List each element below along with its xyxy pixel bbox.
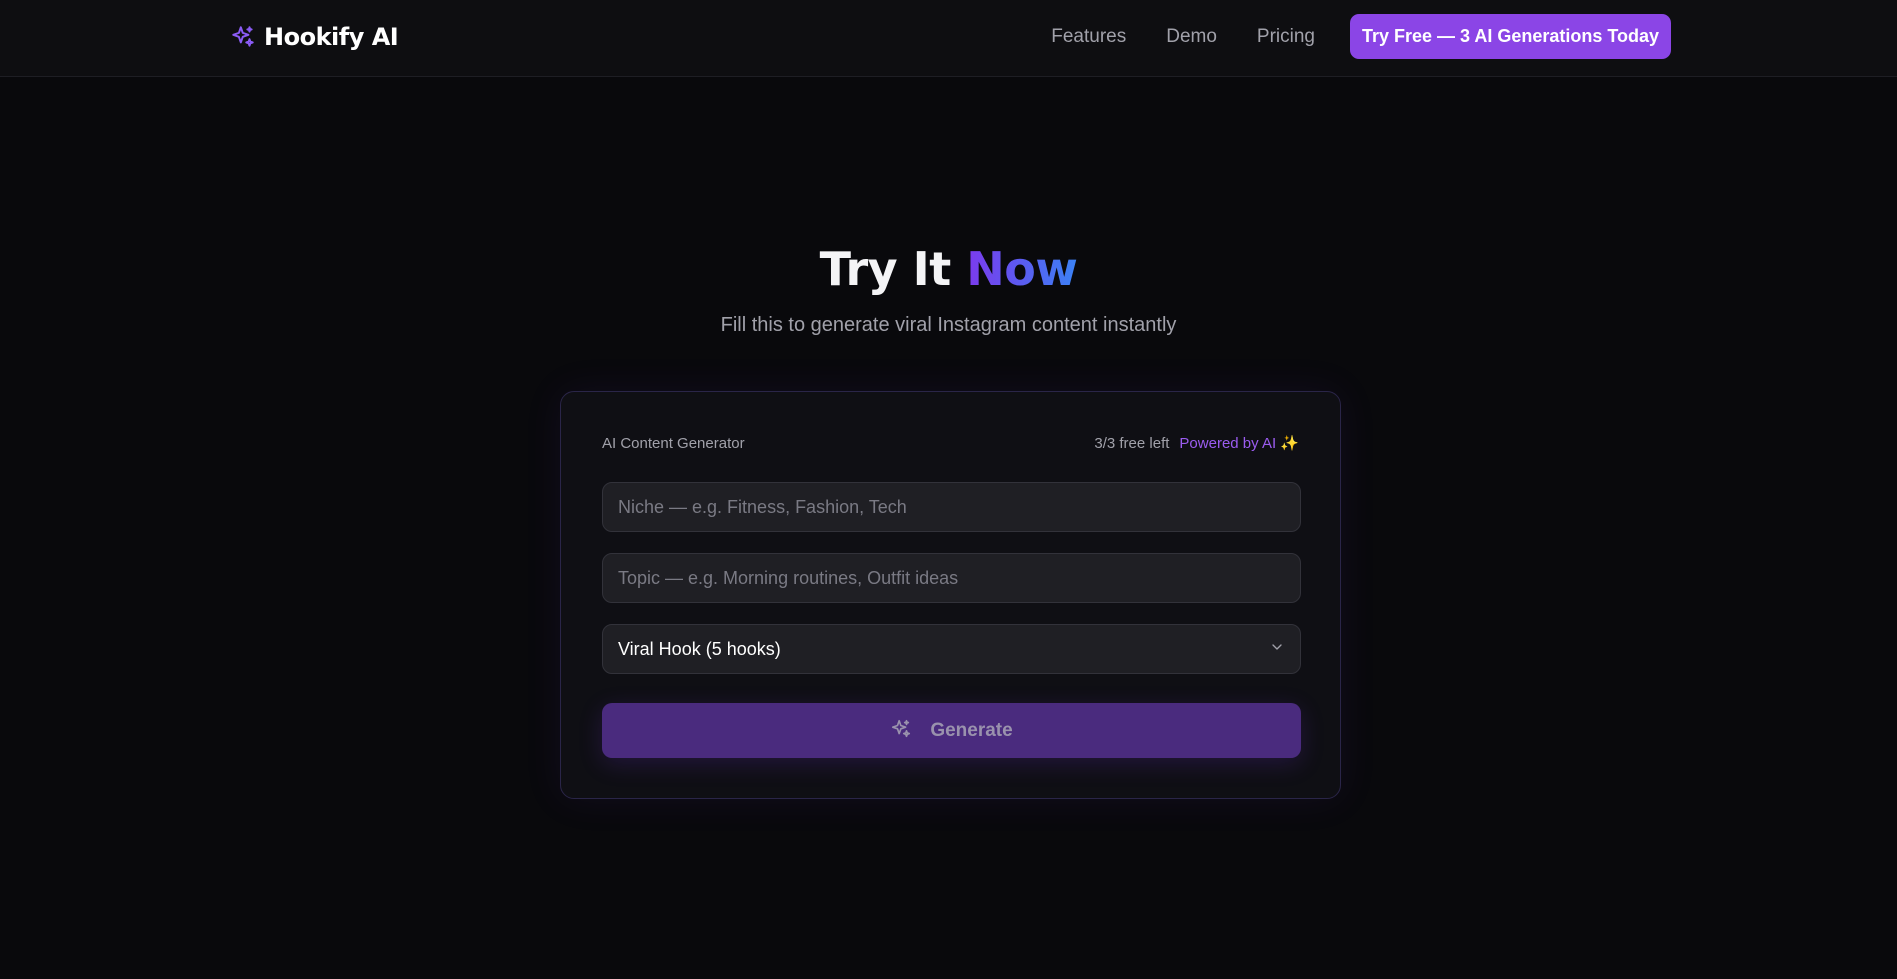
try-free-button[interactable]: Try Free — 3 AI Generations Today <box>1350 14 1671 59</box>
topic-input[interactable] <box>602 553 1301 603</box>
generator-header: AI Content Generator 3/3 free left Power… <box>602 432 1299 454</box>
top-navbar: Hookify AI Features Demo Pricing Try Fre… <box>0 0 1897 77</box>
brand-logo[interactable]: Hookify AI <box>230 22 399 52</box>
brand-name: Hookify AI <box>264 23 399 51</box>
content-type-value: Viral Hook (5 hooks) <box>618 638 781 659</box>
sparkles-icon <box>230 24 256 50</box>
niche-input[interactable] <box>602 482 1301 532</box>
sparkles-icon <box>890 718 912 743</box>
nav-link-features[interactable]: Features <box>1051 24 1126 50</box>
content-type-select[interactable]: Viral Hook (5 hooks) <box>602 624 1301 674</box>
page-subtitle: Fill this to generate viral Instagram co… <box>720 314 1177 336</box>
generate-button[interactable]: Generate <box>602 703 1301 758</box>
generator-meta: 3/3 free left Powered by AI ✨ <box>1094 434 1299 453</box>
nav-link-pricing[interactable]: Pricing <box>1257 24 1315 50</box>
free-credits-count: 3/3 free left <box>1094 434 1170 452</box>
nav-link-demo[interactable]: Demo <box>1166 24 1217 50</box>
generator-card: AI Content Generator 3/3 free left Power… <box>560 391 1341 799</box>
title-accent: Now <box>966 242 1078 296</box>
generate-label: Generate <box>930 719 1013 741</box>
generator-label: AI Content Generator <box>602 434 745 452</box>
nav-links: Features Demo Pricing <box>1051 24 1315 50</box>
page-title: Try It Now <box>0 242 1897 296</box>
chevron-down-icon <box>1269 639 1285 660</box>
title-main: Try It <box>819 242 952 296</box>
powered-by-badge: Powered by AI ✨ <box>1179 435 1299 452</box>
